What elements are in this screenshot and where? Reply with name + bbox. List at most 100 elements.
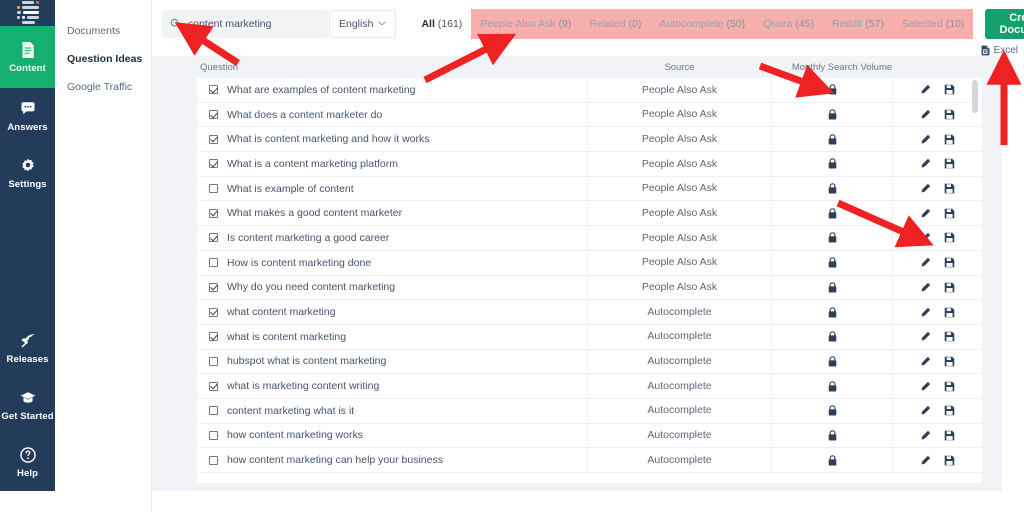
row-checkbox[interactable]	[209, 110, 218, 120]
floppy-disk-icon[interactable]	[944, 356, 955, 367]
edit-row-button[interactable]	[920, 84, 931, 95]
pencil-icon[interactable]	[920, 183, 931, 194]
cell-monthly-search-volume[interactable]	[772, 454, 892, 466]
save-row-button[interactable]	[944, 84, 955, 95]
pencil-icon[interactable]	[920, 134, 931, 145]
tab-autocomplete[interactable]: Autocomplete (50)	[650, 9, 754, 39]
pencil-icon[interactable]	[920, 282, 931, 293]
sidebar-item-documents[interactable]: Documents	[55, 17, 151, 45]
cell-monthly-search-volume[interactable]	[772, 356, 892, 367]
row-checkbox[interactable]	[209, 159, 218, 169]
save-row-button[interactable]	[944, 158, 955, 169]
edit-row-button[interactable]	[920, 232, 931, 243]
cell-monthly-search-volume[interactable]	[772, 133, 892, 145]
save-row-button[interactable]	[944, 381, 955, 392]
edit-row-button[interactable]	[920, 183, 931, 194]
cell-monthly-search-volume[interactable]	[772, 109, 892, 120]
row-checkbox[interactable]	[209, 307, 218, 317]
table-row[interactable]: Why do you need content marketing People …	[197, 275, 982, 301]
save-row-button[interactable]	[944, 331, 955, 342]
pencil-icon[interactable]	[920, 331, 931, 342]
table-row[interactable]: What does a content marketer do People Al…	[197, 102, 982, 128]
floppy-disk-icon[interactable]	[944, 257, 955, 268]
pencil-icon[interactable]	[920, 455, 931, 466]
floppy-disk-icon[interactable]	[944, 430, 955, 441]
edit-row-button[interactable]	[920, 331, 931, 342]
sidebar-item-help[interactable]: Help	[0, 434, 55, 491]
row-checkbox[interactable]	[209, 282, 218, 292]
floppy-disk-icon[interactable]	[944, 307, 955, 318]
sidebar-item-answers[interactable]: Answers	[0, 88, 55, 145]
row-checkbox[interactable]	[209, 184, 218, 194]
cell-monthly-search-volume[interactable]	[772, 380, 892, 392]
row-checkbox[interactable]	[209, 134, 218, 144]
pencil-icon[interactable]	[920, 307, 931, 318]
table-row[interactable]: what is content marketing Autocomplete	[197, 324, 982, 350]
tab-all[interactable]: All (161)	[412, 9, 471, 39]
save-row-button[interactable]	[944, 109, 955, 120]
save-row-button[interactable]	[944, 232, 955, 243]
app-logo[interactable]	[0, 0, 55, 26]
save-row-button[interactable]	[944, 282, 955, 293]
edit-row-button[interactable]	[920, 356, 931, 367]
row-checkbox[interactable]	[209, 85, 218, 95]
search-input[interactable]	[188, 17, 328, 30]
tab-quora[interactable]: Quora (45)	[754, 9, 823, 39]
cell-monthly-search-volume[interactable]	[772, 183, 892, 194]
table-row[interactable]: content marketing what is it Autocomplete	[197, 398, 982, 424]
floppy-disk-icon[interactable]	[944, 109, 955, 120]
floppy-disk-icon[interactable]	[944, 331, 955, 342]
sidebar-item-get-started[interactable]: Get Started	[0, 377, 55, 434]
table-row[interactable]: What is a content marketing platform Peop…	[197, 151, 982, 177]
save-row-button[interactable]	[944, 208, 955, 219]
pencil-icon[interactable]	[920, 405, 931, 416]
floppy-disk-icon[interactable]	[944, 158, 955, 169]
cell-monthly-search-volume[interactable]	[772, 84, 892, 95]
tab-reddit[interactable]: Reddit (57)	[823, 9, 893, 39]
table-row[interactable]: What is example of content People Also As…	[197, 176, 982, 202]
row-checkbox[interactable]	[209, 381, 218, 391]
sidebar-item-question-ideas[interactable]: Question Ideas	[55, 45, 151, 73]
cell-monthly-search-volume[interactable]	[772, 331, 892, 342]
save-row-button[interactable]	[944, 307, 955, 318]
table-row[interactable]: Is content marketing a good career People…	[197, 225, 982, 251]
save-row-button[interactable]	[944, 134, 955, 145]
tab-related[interactable]: Related (0)	[580, 9, 650, 39]
edit-row-button[interactable]	[920, 381, 931, 392]
floppy-disk-icon[interactable]	[944, 282, 955, 293]
pencil-icon[interactable]	[920, 158, 931, 169]
table-row[interactable]: What are examples of content marketing Pe…	[197, 78, 982, 103]
pencil-icon[interactable]	[920, 232, 931, 243]
table-row[interactable]: how content marketing works Autocomplete	[197, 423, 982, 449]
floppy-disk-icon[interactable]	[944, 455, 955, 466]
sidebar-item-content[interactable]: Content	[0, 26, 55, 88]
search-box[interactable]	[162, 9, 328, 38]
cell-monthly-search-volume[interactable]	[772, 306, 892, 318]
sidebar-item-google-traffic[interactable]: Google Traffic	[55, 73, 151, 101]
edit-row-button[interactable]	[920, 455, 931, 466]
save-row-button[interactable]	[944, 183, 955, 194]
floppy-disk-icon[interactable]	[944, 84, 955, 95]
pencil-icon[interactable]	[920, 430, 931, 441]
row-checkbox[interactable]	[209, 332, 218, 342]
vertical-scrollbar-thumb[interactable]	[972, 80, 978, 113]
excel-export-link[interactable]: Excel	[981, 45, 1018, 56]
pencil-icon[interactable]	[920, 381, 931, 392]
table-row[interactable]: What makes a good content marketer People…	[197, 200, 982, 227]
cell-monthly-search-volume[interactable]	[772, 257, 892, 268]
save-row-button[interactable]	[944, 257, 955, 268]
row-checkbox[interactable]	[209, 356, 218, 366]
edit-row-button[interactable]	[920, 208, 931, 219]
cell-monthly-search-volume[interactable]	[772, 282, 892, 293]
floppy-disk-icon[interactable]	[944, 134, 955, 145]
edit-row-button[interactable]	[920, 134, 931, 145]
save-row-button[interactable]	[944, 430, 955, 441]
table-row[interactable]: how content marketing can help your busi…	[197, 447, 982, 473]
cell-monthly-search-volume[interactable]	[772, 405, 892, 416]
sidebar-item-settings[interactable]: Settings	[0, 145, 55, 202]
table-row[interactable]: What is content marketing and how it wor…	[197, 126, 982, 153]
sidebar-item-releases[interactable]: Releases	[0, 320, 55, 377]
floppy-disk-icon[interactable]	[944, 405, 955, 416]
edit-row-button[interactable]	[920, 158, 931, 169]
save-row-button[interactable]	[944, 405, 955, 416]
